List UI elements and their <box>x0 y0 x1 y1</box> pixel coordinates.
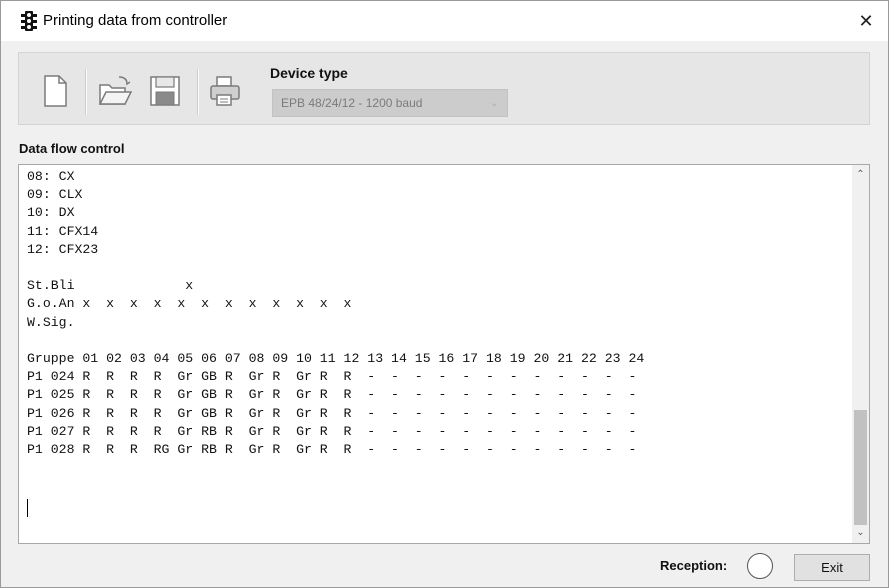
vertical-scrollbar[interactable]: ⌃ ⌄ <box>852 165 869 543</box>
reception-label: Reception: <box>660 558 728 573</box>
exit-button[interactable]: Exit <box>794 554 870 581</box>
data-flow-textarea[interactable]: 08: CX 09: CLX 10: DX 11: CFX14 12: CFX2… <box>18 164 870 544</box>
scroll-down-icon[interactable]: ⌄ <box>852 523 869 543</box>
chevron-down-icon: ⌄ <box>489 97 499 109</box>
open-folder-icon[interactable] <box>97 71 133 111</box>
window-title: Printing data from controller <box>43 12 228 29</box>
text-caret <box>27 499 28 517</box>
new-document-icon[interactable] <box>37 71 73 111</box>
device-type-label: Device type <box>270 65 348 81</box>
toolbar-separator <box>197 69 199 115</box>
printing-dialog: Printing data from controller ✕ Device t… <box>0 0 889 588</box>
data-flow-content: 08: CX 09: CLX 10: DX 11: CFX14 12: CFX2… <box>27 169 645 458</box>
scroll-thumb[interactable] <box>854 410 867 525</box>
toolbar-separator <box>85 69 87 115</box>
device-type-value: EPB 48/24/12 - 1200 baud <box>281 96 423 110</box>
save-disk-icon[interactable] <box>147 71 183 111</box>
title-bar: Printing data from controller ✕ <box>1 1 888 41</box>
reception-indicator-icon <box>747 553 773 579</box>
scroll-up-icon[interactable]: ⌃ <box>852 165 869 185</box>
toolbar: Device type EPB 48/24/12 - 1200 baud ⌄ <box>18 52 870 125</box>
data-flow-label: Data flow control <box>19 141 125 156</box>
device-type-select[interactable]: EPB 48/24/12 - 1200 baud ⌄ <box>272 89 508 117</box>
traffic-light-icon <box>21 11 37 31</box>
printer-icon[interactable] <box>207 71 243 111</box>
close-button[interactable]: ✕ <box>844 1 888 41</box>
